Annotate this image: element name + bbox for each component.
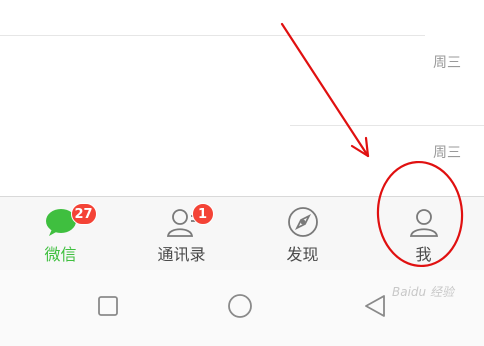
chat-row-divider bbox=[0, 35, 425, 36]
chat-row-time: 周三 bbox=[433, 145, 461, 161]
back-triangle-icon[interactable] bbox=[360, 290, 392, 322]
compass-icon bbox=[287, 207, 319, 237]
tab-me[interactable]: 我 bbox=[363, 197, 484, 271]
tab-label: 我 bbox=[415, 245, 432, 264]
bottom-tab-bar: 27 微信 1 通讯录 发现 我 bbox=[0, 196, 484, 271]
tab-label: 发现 bbox=[286, 245, 319, 264]
tab-wechat[interactable]: 27 微信 bbox=[0, 197, 121, 271]
chat-row-divider bbox=[290, 125, 484, 126]
tab-label: 通讯录 bbox=[157, 245, 206, 264]
unread-badge: 27 bbox=[70, 203, 97, 225]
recents-square-icon[interactable] bbox=[92, 290, 124, 322]
tab-contacts[interactable]: 1 通讯录 bbox=[121, 197, 242, 271]
person-icon bbox=[408, 207, 440, 237]
tab-discover[interactable]: 发现 bbox=[242, 197, 363, 271]
system-nav-bar bbox=[0, 270, 484, 346]
watermark-text: Baidu 经验 bbox=[392, 285, 454, 299]
chat-row-time: 周三 bbox=[433, 55, 461, 71]
contacts-icon: 1 bbox=[166, 203, 214, 237]
home-circle-icon[interactable] bbox=[224, 290, 256, 322]
chat-bubble-icon: 27 bbox=[45, 203, 97, 237]
tab-label: 微信 bbox=[44, 245, 77, 264]
chat-list: 周三 周三 bbox=[0, 0, 484, 196]
unread-badge: 1 bbox=[191, 203, 214, 225]
